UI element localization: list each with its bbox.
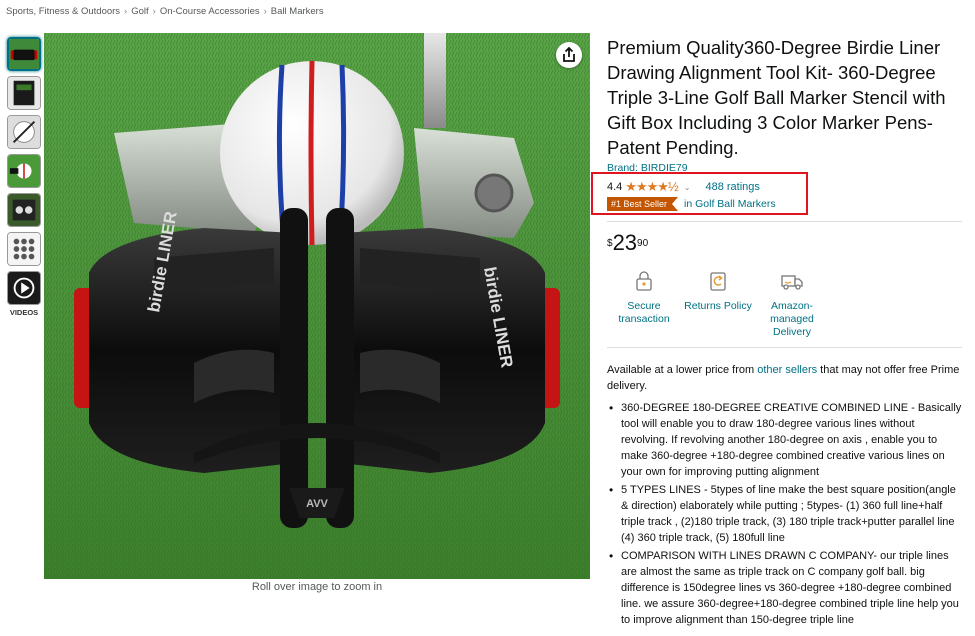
feature-label: Amazon-managed Delivery <box>770 300 814 338</box>
lock-icon <box>634 270 654 296</box>
feature-label: Secure transaction <box>618 300 670 325</box>
feature-icons: Secure transaction Returns Policy Amazon… <box>607 268 962 339</box>
zoom-hint: Roll over image to zoom in <box>251 581 383 593</box>
breadcrumb-ball-markers[interactable]: Ball Markers <box>271 6 324 17</box>
feature-returns-policy[interactable]: Returns Policy <box>681 268 755 339</box>
breadcrumb-separator: › <box>263 6 267 17</box>
videos-label: VIDEOS <box>9 308 39 317</box>
breadcrumb-separator: › <box>152 6 156 17</box>
price-fraction: 90 <box>637 238 649 249</box>
truck-icon <box>779 270 805 296</box>
feature-amazon-delivery[interactable]: Amazon-managed Delivery <box>755 268 829 339</box>
other-sellers-link[interactable]: other sellers <box>757 364 817 376</box>
returns-icon <box>706 270 730 296</box>
thumbnail-strip: VIDEOS <box>7 37 41 317</box>
breadcrumb: Sports, Fitness & Outdoors › Golf › On-Cours… <box>6 6 324 17</box>
feature-bullets: 360-DEGREE 180-DEGREE CREATIVE COMBINED … <box>607 400 962 628</box>
share-icon <box>562 47 576 63</box>
video-thumbnail[interactable] <box>7 271 41 305</box>
divider <box>607 221 962 222</box>
product-image-thumbnail[interactable] <box>7 37 41 71</box>
share-button[interactable] <box>556 42 582 68</box>
offer-prefix: Available at a lower price from <box>607 364 758 376</box>
breadcrumb-separator: › <box>124 6 128 17</box>
feature-label: Returns Policy <box>684 300 752 312</box>
product-title: Premium Quality360-Degree Birdie Liner D… <box>607 37 946 158</box>
list-item: 5 TYPES LINES - 5types of line make the … <box>607 482 962 546</box>
kit-thumbnail[interactable] <box>7 193 41 227</box>
price: $2390 <box>607 232 962 254</box>
ball-thumbnail[interactable] <box>7 154 41 188</box>
divider <box>607 347 962 348</box>
price-symbol: $ <box>607 238 613 249</box>
feature-secure-transaction[interactable]: Secure transaction <box>607 268 681 339</box>
best-seller-badge[interactable]: #1 Best Seller <box>607 197 679 211</box>
svg-text:AVV: AVV <box>306 498 328 510</box>
product-details: Premium Quality360-Degree Birdie Liner D… <box>591 33 962 630</box>
breadcrumb-sports[interactable]: Sports, Fitness & Outdoors <box>6 6 120 17</box>
box-thumbnail[interactable] <box>7 76 41 110</box>
marker-lines-thumbnail[interactable] <box>7 115 41 149</box>
list-item: 360-DEGREE 180-DEGREE CREATIVE COMBINED … <box>607 400 962 480</box>
breadcrumb-golf[interactable]: Golf <box>131 6 148 17</box>
price-whole: 23 <box>612 230 638 255</box>
list-item: COMPARISON WITH LINES DRAWN C COMPANY- o… <box>607 548 962 628</box>
main-product-image[interactable]: AVV birdie LINER birdie LINER <box>44 33 590 579</box>
grid-thumbnail[interactable] <box>7 232 41 266</box>
breadcrumb-on-course-accessories[interactable]: On-Course Accessories <box>160 6 260 17</box>
golf-marker-tool-illustration: AVV birdie LINER birdie LINER <box>44 33 590 579</box>
lower-price-offer: Available at a lower price from other se… <box>607 362 962 394</box>
